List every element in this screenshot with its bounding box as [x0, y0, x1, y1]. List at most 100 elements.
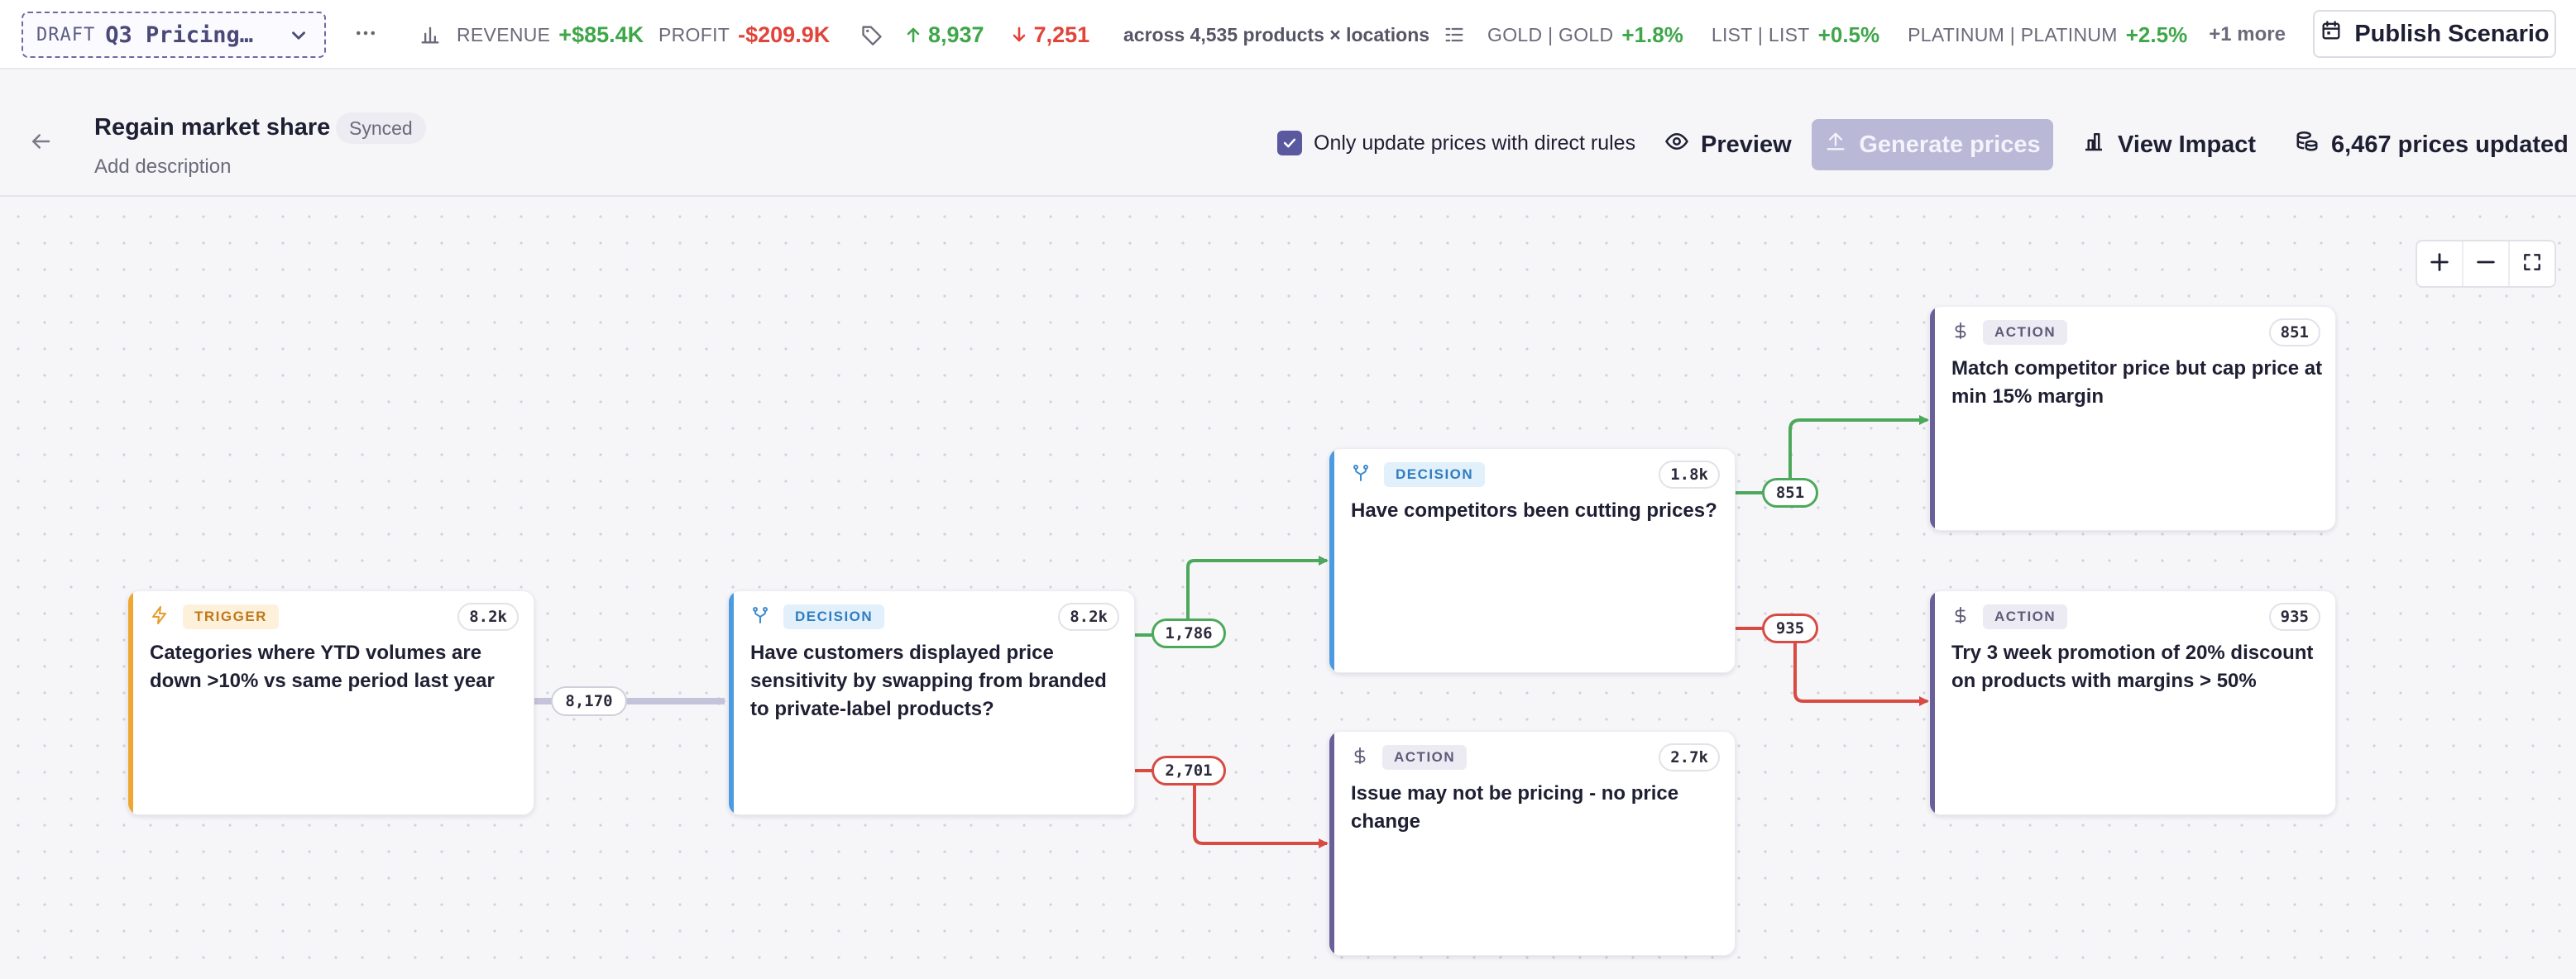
trigger-node[interactable]: TRIGGER 8.2k Categories where YTD volume…: [127, 590, 534, 815]
check-icon: [1277, 131, 1302, 155]
node-count-badge: 1.8k: [1659, 461, 1720, 489]
price-tag-icon: [860, 23, 883, 46]
prices-down-count: 7,251: [1033, 21, 1090, 47]
decision-node[interactable]: DECISION 1.8k Have competitors been cutt…: [1329, 448, 1736, 673]
upload-icon: [1824, 130, 1847, 160]
list-platinum-value: +2.5%: [2125, 21, 2188, 47]
prices-updated-label: 6,467 prices updated: [2331, 131, 2569, 158]
list-list-value: +0.5%: [1817, 21, 1880, 47]
node-header: ACTION: [1351, 745, 1468, 770]
arrow-up-icon: [903, 24, 923, 45]
scenario-name: Q3 Pricing…: [105, 21, 254, 48]
node-accent-bar: [128, 591, 133, 814]
action-node[interactable]: ACTION 935 Try 3 week promotion of 20% d…: [1929, 590, 2336, 815]
node-count-badge: 851: [2268, 318, 2320, 346]
list-icon: [1443, 23, 1466, 46]
edge-count-pill[interactable]: 935: [1762, 614, 1818, 643]
generate-prices-button[interactable]: Generate prices: [1812, 119, 2053, 170]
node-header: ACTION: [1951, 320, 2068, 345]
scenario-selector[interactable]: DRAFT Q3 Pricing…: [22, 12, 326, 58]
fullscreen-icon: [2521, 251, 2543, 277]
node-type-tag: ACTION: [1382, 745, 1468, 770]
arrow-left-icon: [28, 134, 53, 157]
publish-scenario-button[interactable]: Publish Scenario: [2313, 10, 2556, 58]
node-header: DECISION: [750, 604, 885, 629]
node-accent-bar: [1930, 307, 1935, 530]
price-lists: GOLD | GOLD +1.8% LIST | LIST +0.5% PLAT…: [1443, 20, 2286, 50]
dollar-icon: [1351, 746, 1369, 770]
add-description-link[interactable]: Add description: [94, 155, 231, 179]
coins-icon: [2295, 129, 2320, 160]
calendar-icon: [2320, 19, 2343, 49]
node-count-badge: 8.2k: [457, 603, 519, 631]
zoom-in-button[interactable]: [2417, 241, 2463, 286]
edge-count-pill[interactable]: 8,170: [551, 686, 627, 716]
bar-chart-icon: [419, 23, 442, 46]
plus-icon: [2428, 251, 2451, 278]
node-type-tag: DECISION: [783, 604, 885, 629]
action-node[interactable]: ACTION 851 Match competitor price but ca…: [1929, 306, 2336, 531]
minus-icon: [2474, 251, 2497, 278]
node-type-tag: ACTION: [1983, 604, 2068, 629]
preview-button[interactable]: Preview: [1664, 119, 1792, 170]
node-count-badge: 8.2k: [1058, 603, 1119, 631]
revenue-metric: REVENUE +$85.4K: [419, 20, 644, 50]
node-accent-bar: [729, 591, 734, 814]
price-change-metric: 8,937 7,251: [860, 20, 1089, 50]
branch-icon: [750, 605, 770, 629]
node-accent-bar: [1329, 449, 1334, 672]
edge-competitors-to-match: [1736, 415, 1929, 494]
prices-up-count: 8,937: [928, 21, 984, 47]
profit-metric: PROFIT -$209.9K: [658, 20, 830, 50]
generate-label: Generate prices: [1859, 131, 2041, 158]
profit-value: -$209.9K: [738, 21, 831, 47]
action-node[interactable]: ACTION 2.7k Issue may not be pricing - n…: [1329, 731, 1736, 956]
revenue-value: +$85.4K: [558, 21, 644, 47]
node-count-badge: 935: [2268, 603, 2320, 631]
lightning-icon: [150, 605, 170, 629]
decision-node[interactable]: DECISION 8.2k Have customers displayed p…: [728, 590, 1135, 815]
list-list-label: LIST | LIST: [1711, 23, 1810, 45]
eye-icon: [1664, 129, 1689, 160]
edge-count-pill[interactable]: 2,701: [1152, 756, 1226, 786]
branch-icon: [1351, 463, 1371, 487]
draft-label: DRAFT: [36, 24, 96, 45]
more-lists-link[interactable]: +1 more: [2209, 23, 2286, 46]
node-accent-bar: [1329, 732, 1334, 955]
flow-canvas[interactable]: 8,170 1,786 2,701 851 935 TRIGGER 8.2k C…: [0, 198, 2576, 979]
dollar-icon: [1951, 605, 1970, 629]
view-impact-button[interactable]: View Impact: [2081, 119, 2256, 170]
more-options-button[interactable]: [351, 20, 381, 50]
list-gold-value: +1.8%: [1621, 21, 1683, 47]
node-type-tag: TRIGGER: [183, 604, 279, 629]
direct-rules-label: Only update prices with direct rules: [1314, 131, 1636, 155]
scenario-title[interactable]: Regain market share: [94, 114, 330, 141]
top-bar: DRAFT Q3 Pricing… REVENUE +$85.4K PROFIT…: [0, 0, 2576, 69]
scenario-header: Regain market share Synced Add descripti…: [0, 71, 2576, 197]
view-impact-label: View Impact: [2118, 131, 2257, 158]
node-accent-bar: [1930, 591, 1935, 814]
prices-updated-indicator: 6,467 prices updated: [2295, 119, 2569, 170]
publish-label: Publish Scenario: [2354, 20, 2550, 47]
node-text: Categories where YTD volumes are down >1…: [150, 642, 495, 692]
node-text: Have competitors been cutting prices?: [1351, 499, 1717, 522]
sync-status-badge: Synced: [336, 112, 426, 144]
edge-count-pill[interactable]: 851: [1762, 478, 1818, 508]
direct-rules-checkbox[interactable]: Only update prices with direct rules: [1277, 131, 1635, 155]
node-text: Issue may not be pricing - no price chan…: [1351, 782, 1679, 833]
arrow-down-icon: [1009, 24, 1029, 45]
edge-competitors-to-promotion: [1736, 627, 1929, 706]
node-header: ACTION: [1951, 604, 2068, 629]
dollar-icon: [1951, 321, 1970, 345]
node-text: Have customers displayed price sensitivi…: [750, 642, 1107, 720]
edge-count-pill[interactable]: 1,786: [1152, 618, 1226, 648]
bar-chart-icon: [2081, 129, 2106, 160]
node-type-tag: ACTION: [1983, 320, 2068, 345]
node-header: TRIGGER: [150, 604, 279, 629]
zoom-out-button[interactable]: [2463, 241, 2510, 286]
zoom-controls: [2416, 240, 2556, 288]
list-gold-label: GOLD | GOLD: [1487, 23, 1614, 45]
back-button[interactable]: [28, 129, 56, 157]
fit-view-button[interactable]: [2510, 241, 2554, 286]
profit-label: PROFIT: [658, 23, 730, 45]
